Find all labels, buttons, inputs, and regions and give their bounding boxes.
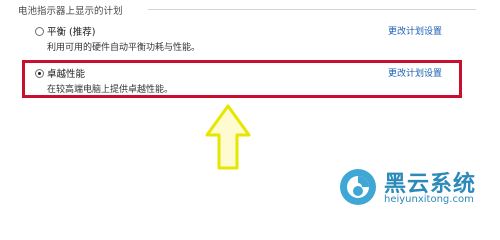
- watermark-url: heiyunxitong.com: [384, 194, 474, 205]
- cloud-logo-icon: [340, 169, 376, 205]
- section-title: 电池指示器上显示的计划: [18, 6, 123, 17]
- section-divider: [148, 9, 476, 10]
- plan-name-balanced[interactable]: 平衡 (推荐): [47, 24, 95, 38]
- up-arrow-icon: [205, 104, 251, 170]
- change-plan-settings-link-balanced[interactable]: 更改计划设置: [388, 24, 442, 37]
- highlight-box: [22, 60, 462, 98]
- radio-balanced[interactable]: [35, 27, 44, 36]
- plan-description-balanced: 利用可用的硬件自动平衡功耗与性能。: [47, 43, 201, 53]
- watermark: 黑云系统 heiyunxitong.com: [338, 164, 498, 212]
